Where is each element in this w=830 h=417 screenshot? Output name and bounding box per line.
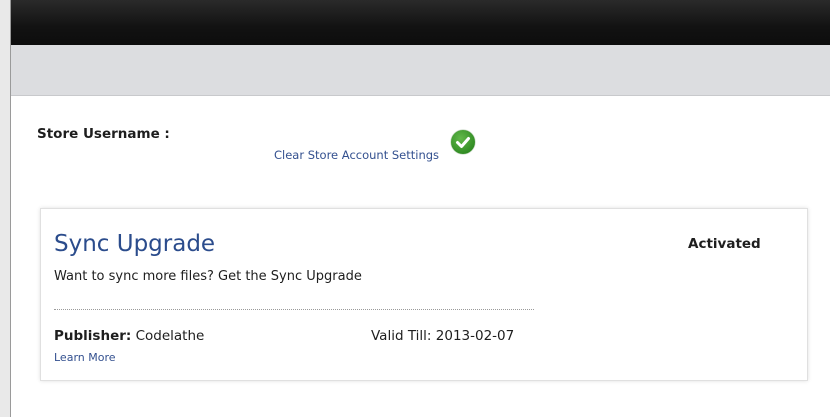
app-window: Store Username : Clear Store Account Set… [10, 0, 830, 417]
learn-more-link[interactable]: Learn More [54, 351, 116, 364]
product-title[interactable]: Sync Upgrade [54, 231, 215, 257]
valid-till-info: Valid Till: 2013-02-07 [371, 328, 514, 344]
store-username-label: Store Username : [37, 126, 170, 142]
valid-till-date: 2013-02-07 [435, 328, 515, 344]
publisher-name: Codelathe [135, 328, 205, 344]
publisher-label: Publisher: [54, 328, 132, 344]
valid-till-label: Valid Till: [371, 328, 432, 344]
checkmark-icon [451, 130, 475, 154]
product-description: Want to sync more files? Get the Sync Up… [54, 269, 362, 284]
product-card: Sync Upgrade Want to sync more files? Ge… [40, 208, 808, 381]
activation-status: Activated [688, 236, 761, 252]
top-header-bar [11, 0, 830, 45]
clear-store-settings-link[interactable]: Clear Store Account Settings [274, 148, 439, 162]
sub-header-bar [11, 45, 830, 96]
dotted-divider [54, 309, 534, 310]
publisher-info: Publisher: Codelathe [54, 328, 204, 344]
